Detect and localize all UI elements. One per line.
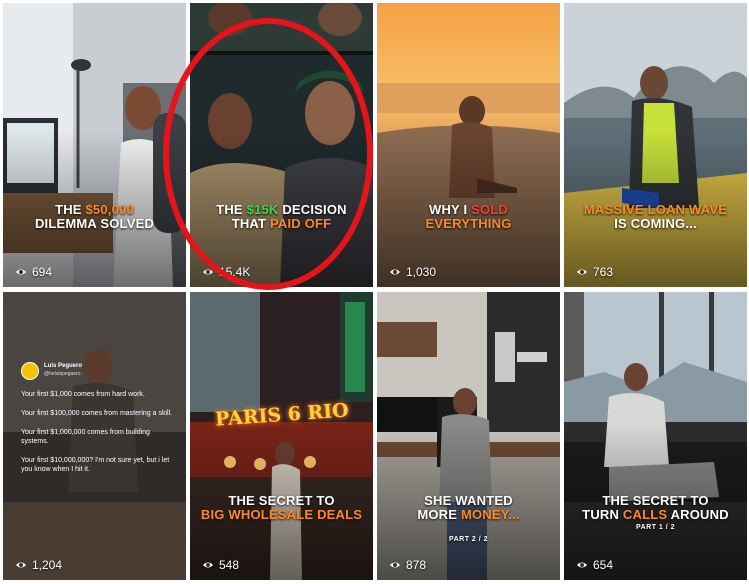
- video-title: THE SECRET TO TURN CALLS AROUND: [582, 493, 729, 522]
- tweet-line: Your first $100,000 comes from mastering…: [21, 410, 173, 417]
- eye-icon: [16, 269, 26, 275]
- part-label: PART 2 / 2: [448, 536, 489, 543]
- tweet-line: Your first $10,000,000? I'm not sure yet…: [21, 457, 170, 473]
- view-count: 548: [203, 558, 239, 572]
- video-title: MASSIVE LOAN WAVE IS COMING...: [583, 202, 728, 231]
- video-title: THE $50,000 DILEMMA SOLVED: [34, 202, 155, 231]
- view-count: 694: [16, 265, 52, 279]
- view-count: 1,030: [390, 265, 436, 279]
- video-tile[interactable]: PARIS 6 RIO THE SECRET TO BIG WHOLESALE …: [190, 292, 373, 580]
- video-tile[interactable]: THE SECRET TO TURN CALLS AROUND PART 1 /…: [564, 292, 747, 580]
- video-grid: THE $50,000 DILEMMA SOLVED 694 THE $15K …: [0, 0, 749, 584]
- eye-icon: [390, 562, 400, 568]
- tweet-line: Your first $1,000 comes from hard work.: [21, 391, 145, 398]
- video-title: THE $15K DECISION THAT PAID OFF: [216, 202, 347, 231]
- tweet-handle: @heluispeguero: [44, 371, 81, 377]
- eye-icon: [577, 269, 587, 275]
- part-label: PART 1 / 2: [635, 524, 676, 531]
- video-title: WHY I SOLD EVERYTHING: [425, 202, 512, 231]
- view-count: 1,204: [16, 558, 62, 572]
- view-count: 878: [390, 558, 426, 572]
- view-count: 654: [577, 558, 613, 572]
- video-tile[interactable]: WHY I SOLD EVERYTHING 1,030: [377, 3, 560, 287]
- eye-icon: [203, 269, 213, 275]
- video-tile[interactable]: MASSIVE LOAN WAVE IS COMING... 763: [564, 3, 747, 287]
- eye-icon: [577, 562, 587, 568]
- tweet-line: Your first $1,000,000 comes from buildin…: [21, 429, 150, 445]
- tweet-card: Luis Peguero @heluispeguero Your first $…: [21, 362, 179, 484]
- eye-icon: [390, 269, 400, 275]
- video-tile[interactable]: THE $15K DECISION THAT PAID OFF 15.4K: [190, 3, 373, 287]
- video-title: THE SECRET TO BIG WHOLESALE DEALS: [200, 493, 363, 522]
- video-tile[interactable]: THE $50,000 DILEMMA SOLVED 694: [3, 3, 186, 287]
- video-tile[interactable]: SHE WANTED MORE MONEY... PART 2 / 2 878: [377, 292, 560, 580]
- avatar: [21, 362, 39, 380]
- tweet-author: Luis Peguero: [44, 363, 83, 369]
- video-tile[interactable]: Luis Peguero @heluispeguero Your first $…: [3, 292, 186, 580]
- eye-icon: [203, 562, 213, 568]
- view-count: 15.4K: [203, 265, 250, 279]
- video-title: SHE WANTED MORE MONEY...: [417, 493, 520, 522]
- eye-icon: [16, 562, 26, 568]
- view-count: 763: [577, 265, 613, 279]
